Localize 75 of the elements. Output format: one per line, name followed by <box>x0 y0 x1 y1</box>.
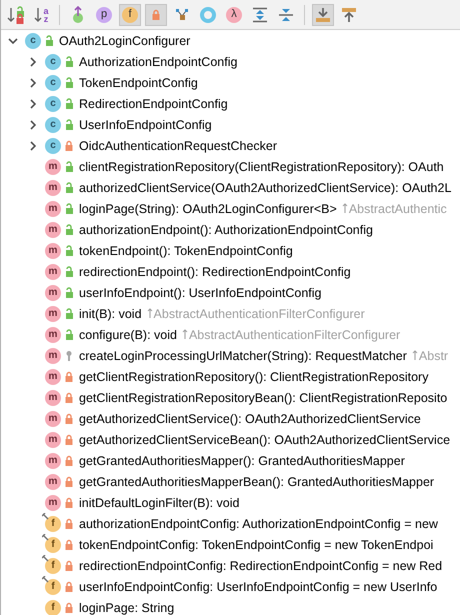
member-label[interactable]: createLoginProcessingUrlMatcher(String): RequestMatcher <box>79 348 407 362</box>
field-icon: f <box>45 516 61 532</box>
method-icon: m <box>45 474 61 490</box>
member-label[interactable]: init(B): void <box>79 306 142 320</box>
member-label[interactable]: OidcAuthenticationRequestChecker <box>79 138 278 152</box>
member-label[interactable]: authorizationEndpointConfig: AuthorizationEndpointConfig = new <box>79 516 438 530</box>
member-label[interactable]: tokenEndpointConfig: TokenEndpointConfig = new TokenEndpoi <box>79 538 434 552</box>
member-label[interactable]: TokenEndpointConfig <box>79 76 198 90</box>
node-graph-icon <box>175 8 189 22</box>
member-label[interactable]: getClientRegistrationRepositoryBean(): ClientRegistrationReposito <box>79 390 448 404</box>
field-icon: f <box>45 578 61 594</box>
method-icon: m <box>45 158 61 174</box>
method-icon: m <box>45 284 61 300</box>
method-icon: m <box>45 326 61 342</box>
class-icon: c <box>45 96 61 112</box>
member-label[interactable]: AuthorizationEndpointConfig <box>79 54 238 68</box>
collapse-all-icon <box>278 6 294 22</box>
method-icon: m <box>45 242 61 258</box>
class-icon: c <box>45 54 61 70</box>
lock-icon <box>151 8 161 20</box>
member-label[interactable]: tokenEndpoint(): TokenEndpointConfig <box>79 244 293 258</box>
toolbar-button[interactable] <box>312 4 334 26</box>
method-icon: m <box>45 264 61 280</box>
class-icon: c <box>45 74 61 90</box>
method-icon: m <box>45 222 61 238</box>
class-icon: c <box>45 116 61 132</box>
member-label[interactable]: getClientRegistrationRepository(): ClientRegistrationRepository <box>79 370 428 384</box>
inherited-from-label: AbstractAuthenticationFilterConfigurer <box>154 306 365 320</box>
member-label[interactable]: userInfoEndpoint(): UserInfoEndpointConfig <box>79 286 322 300</box>
member-label[interactable]: getGrantedAuthoritiesMapperBean(): GrantedAuthoritiesMapper <box>79 474 434 488</box>
toolbar-button[interactable]: a z <box>30 4 52 26</box>
member-label[interactable]: loginPage(String): OAuth2LoginConfigurer<B> <box>79 202 337 216</box>
member-label[interactable]: initDefaultLoginFilter(B): void <box>79 496 240 510</box>
method-icon: m <box>45 390 61 406</box>
inherited-from-label: AbstractAuthenticationFilterConfigurer <box>188 328 400 342</box>
expand-all-icon <box>252 6 268 22</box>
member-label[interactable]: authorizationEndpoint(): AuthorizationEndpointConfig <box>79 222 373 236</box>
method-icon: m <box>45 200 61 216</box>
inherited-from-label: AbstractAuthentic <box>348 202 447 216</box>
member-label[interactable]: RedirectionEndpointConfig <box>79 96 228 110</box>
inherited-from-label: Abstr <box>418 348 448 362</box>
class-icon: c <box>45 138 61 154</box>
member-label[interactable]: getAuthorizedClientService(): OAuth2AuthorizedClientService <box>79 412 421 426</box>
member-label[interactable]: getGrantedAuthoritiesMapper(): GrantedAuthoritiesMapper <box>79 454 405 468</box>
method-icon: m <box>45 180 61 196</box>
member-label[interactable]: redirectionEndpointConfig: RedirectionEndpointConfig = new Red <box>79 558 442 572</box>
sort-by-visibility-icon <box>6 6 24 24</box>
member-label[interactable]: configure(B): void <box>79 328 177 342</box>
ring-icon <box>200 6 216 22</box>
scroll-from-source-icon <box>341 6 357 22</box>
inherited-icon <box>70 6 86 24</box>
scroll-to-source-icon <box>315 6 331 22</box>
method-icon: m <box>45 368 61 384</box>
field-icon: f <box>45 600 61 615</box>
member-label[interactable]: getAuthorizedClientServiceBean(): OAuth2AuthorizedClientService <box>79 432 450 446</box>
up-arrow-icon <box>146 308 153 319</box>
member-label[interactable]: userInfoEndpointConfig: UserInfoEndpointConfig = new UserInfo <box>79 580 438 594</box>
member-label[interactable]: UserInfoEndpointConfig <box>79 118 212 132</box>
method-icon: m <box>45 432 61 448</box>
field-icon: f <box>45 558 61 574</box>
method-icon: m <box>45 452 61 468</box>
up-arrow-icon <box>182 329 188 340</box>
class-icon: c <box>25 32 41 48</box>
method-icon: m <box>45 410 61 426</box>
member-label[interactable]: authorizedClientService(OAuth2AuthorizedClientService): OAuth2L <box>79 180 452 194</box>
member-label[interactable]: loginPage: String <box>79 600 174 614</box>
method-icon: m <box>45 348 61 364</box>
method-icon: m <box>45 306 61 322</box>
up-arrow-icon <box>412 350 418 361</box>
up-arrow-icon <box>342 203 348 214</box>
member-label[interactable]: redirectionEndpoint(): RedirectionEndpointConfig <box>79 264 351 278</box>
field-icon: f <box>45 536 61 552</box>
member-label[interactable]: clientRegistrationRepository(ClientRegistrationRepository): OAuth <box>79 160 444 174</box>
method-icon: m <box>45 494 61 510</box>
member-label[interactable]: OAuth2LoginConfigurer <box>59 34 190 48</box>
